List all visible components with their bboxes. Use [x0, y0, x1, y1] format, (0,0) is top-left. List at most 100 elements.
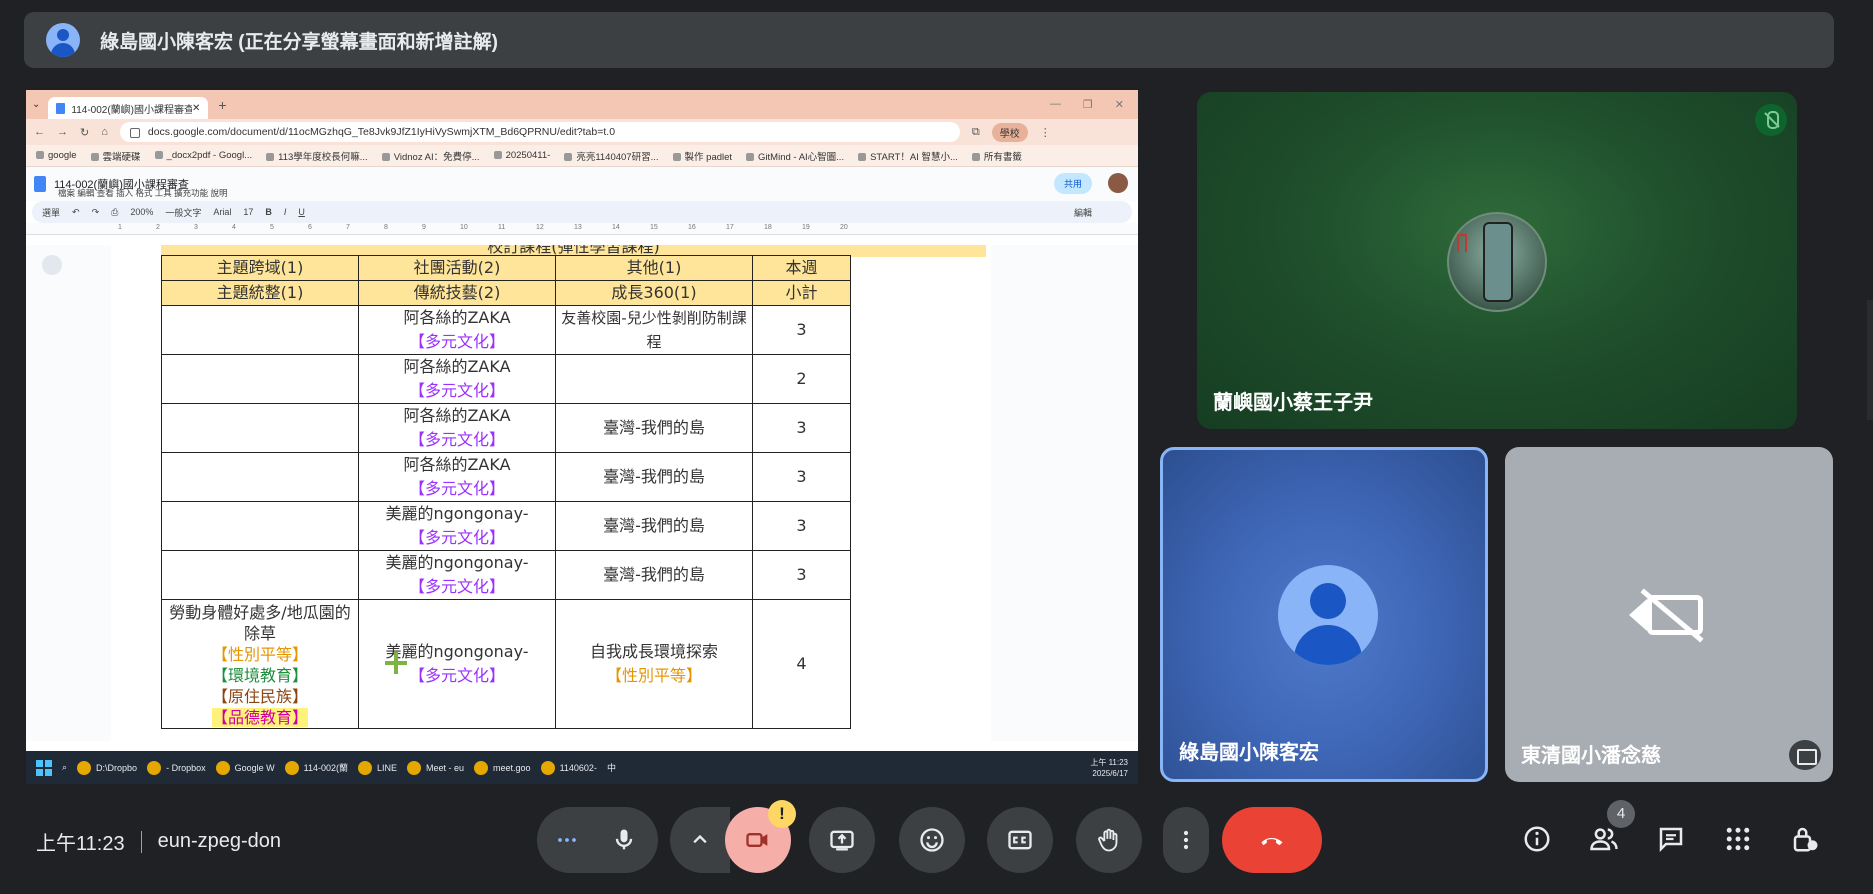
- participant-count-badge: 4: [1607, 800, 1635, 828]
- header-cell: 社團活動(2): [358, 255, 556, 281]
- mic-options-button[interactable]: [537, 807, 597, 873]
- doc-outline-icon: [42, 255, 62, 275]
- table-cell: 4: [752, 599, 851, 729]
- presenter-avatar: [46, 23, 80, 57]
- mic-toggle-button[interactable]: [590, 807, 658, 873]
- participant-name: 東清國小潘念慈: [1521, 745, 1661, 767]
- issue-tag: 【品德教育】: [211, 708, 308, 727]
- doc-menu: 檔案 編輯 查看 插入 格式 工具 擴充功能 說明: [58, 188, 228, 198]
- bookmark-item: GitMind - AI心智圖...: [746, 149, 844, 163]
- leave-call-button[interactable]: [1222, 807, 1322, 873]
- header-cell: 主題跨域(1): [161, 255, 359, 281]
- taskbar-app: D:\Dropbo: [77, 761, 137, 775]
- present-screen-button[interactable]: [809, 807, 875, 873]
- meeting-details-button[interactable]: [1520, 822, 1554, 856]
- microphone-icon: [615, 829, 633, 850]
- issue-tag: 【多元文化】: [408, 528, 505, 547]
- chat-button[interactable]: [1654, 822, 1688, 856]
- people-icon: [1590, 828, 1618, 851]
- table-cell: 3: [752, 403, 851, 453]
- emoji-icon: [920, 828, 944, 852]
- table-cell: 2: [752, 354, 851, 404]
- bookmark-item: 113學年度校長何嘛...: [266, 149, 368, 163]
- redo-icon: ↷: [91, 206, 100, 217]
- side-scroll-handle[interactable]: [1867, 300, 1873, 420]
- chevron-up-icon: [693, 834, 707, 844]
- ruler-tick: 10: [460, 224, 468, 231]
- host-controls-button[interactable]: [1788, 822, 1822, 856]
- header-cell: 主題統整(1): [161, 280, 359, 306]
- table-cell: 臺灣-我們的島: [555, 501, 753, 551]
- bookmark-item: google: [36, 150, 77, 161]
- meeting-code: eun-zpeg-don: [157, 830, 282, 852]
- table-cell: 阿各絲的ZAKA 【多元文化】: [358, 354, 556, 404]
- bookmark-item: Vidnoz AI：免費停...: [382, 149, 480, 163]
- table-cell: 自我成長環境探索 【性別平等】: [555, 599, 753, 729]
- activities-button[interactable]: [1721, 822, 1755, 856]
- header-cell: 小計: [752, 280, 851, 306]
- picture-in-picture-icon[interactable]: [1789, 740, 1821, 770]
- table-cell: [161, 452, 359, 502]
- camera-off-icon: [1629, 587, 1709, 643]
- participant-avatar: [1278, 565, 1378, 665]
- camera-off-icon: [746, 833, 768, 847]
- table-cell: 臺灣-我們的島: [555, 452, 753, 502]
- hand-icon: [1098, 828, 1118, 852]
- course-name: 臺灣-我們的島: [603, 516, 705, 535]
- issue-tag: 【多元文化】: [408, 332, 505, 351]
- reactions-button[interactable]: [899, 807, 965, 873]
- captions-icon: [1008, 830, 1032, 850]
- course-name: 臺灣-我們的島: [603, 565, 705, 584]
- more-options-button[interactable]: [1163, 807, 1209, 873]
- table-cell: 臺灣-我們的島: [555, 403, 753, 453]
- ruler-tick: 8: [384, 224, 388, 231]
- table-row: 勞動身體好處多/地瓜園的除草 【性別平等】 【環境教育】 【原住民族】 【品德教…: [161, 599, 851, 729]
- print-icon: ⎙: [111, 206, 119, 217]
- bookmark-item: 雲端硬碟: [91, 149, 141, 163]
- table-cell: 阿各絲的ZAKA 【多元文化】: [358, 403, 556, 453]
- forward-icon: →: [57, 126, 68, 138]
- header-cell: 其他(1): [555, 255, 753, 281]
- extension-icon: ⧉: [971, 125, 980, 138]
- ruler-tick: 9: [422, 224, 426, 231]
- minimize-icon: —: [1049, 98, 1061, 110]
- captions-button[interactable]: [987, 807, 1053, 873]
- ruler-tick: 2: [156, 224, 160, 231]
- table-row: 阿各絲的ZAKA 【多元文化】 臺灣-我們的島 3: [161, 403, 851, 453]
- ruler-tick: 20: [840, 224, 848, 231]
- browser-tab-strip: ⌄ 114-002(蘭嶼)國小課程審查 - Go... ✕ + — ❐ ✕: [26, 90, 1138, 119]
- course-name: 臺灣-我們的島: [603, 467, 705, 486]
- header-cell: 成長360(1): [555, 280, 753, 306]
- style-select: 一般文字: [165, 207, 202, 218]
- lock-person-icon: [1793, 827, 1818, 852]
- ruler-tick: 16: [688, 224, 696, 231]
- bookmark-item: START！AI 智慧小...: [858, 149, 958, 163]
- table-cell: 阿各絲的ZAKA 【多元文化】: [358, 452, 556, 502]
- taskbar-app: 1140602-: [541, 761, 597, 775]
- bookmark-item: 製作 padlet: [673, 149, 733, 163]
- doc-user-avatar: [1108, 173, 1128, 193]
- table-cell: 美麗的ngongonay- 【多元文化】: [358, 550, 556, 600]
- issue-tag: 【多元文化】: [408, 577, 505, 596]
- participant-tile[interactable]: 蘭嶼國小蔡王子尹: [1197, 92, 1797, 429]
- taskbar-app: 114-002(蘭: [285, 761, 348, 775]
- participant-tile-active[interactable]: 綠島國小陳客宏: [1160, 447, 1488, 782]
- new-tab-icon: +: [218, 96, 227, 113]
- table-cell: [161, 403, 359, 453]
- ruler-tick: 6: [308, 224, 312, 231]
- camera-options-button[interactable]: [670, 807, 730, 873]
- table-cell: 3: [752, 501, 851, 551]
- issue-tag: 【原住民族】: [211, 687, 308, 706]
- table-cell: 友善校園-兒少性剝削防制課程: [555, 305, 753, 355]
- table-row: 阿各絲的ZAKA 【多元文化】 臺灣-我們的島 3: [161, 452, 851, 502]
- table-cell: 阿各絲的ZAKA 【多元文化】: [358, 305, 556, 355]
- table-cell: 3: [752, 452, 851, 502]
- raise-hand-button[interactable]: [1076, 807, 1142, 873]
- taskbar-time: 上午 11:23: [1090, 757, 1128, 767]
- self-view-tile[interactable]: 東清國小潘念慈: [1505, 447, 1833, 782]
- course-name: 美麗的ngongonay-: [385, 504, 529, 523]
- more-horizontal-icon: [558, 838, 576, 842]
- ruler-tick: 14: [612, 224, 620, 231]
- course-name: 勞動身體好處多/地瓜園的除草: [169, 603, 351, 643]
- participant-name: 綠島國小陳客宏: [1179, 742, 1319, 764]
